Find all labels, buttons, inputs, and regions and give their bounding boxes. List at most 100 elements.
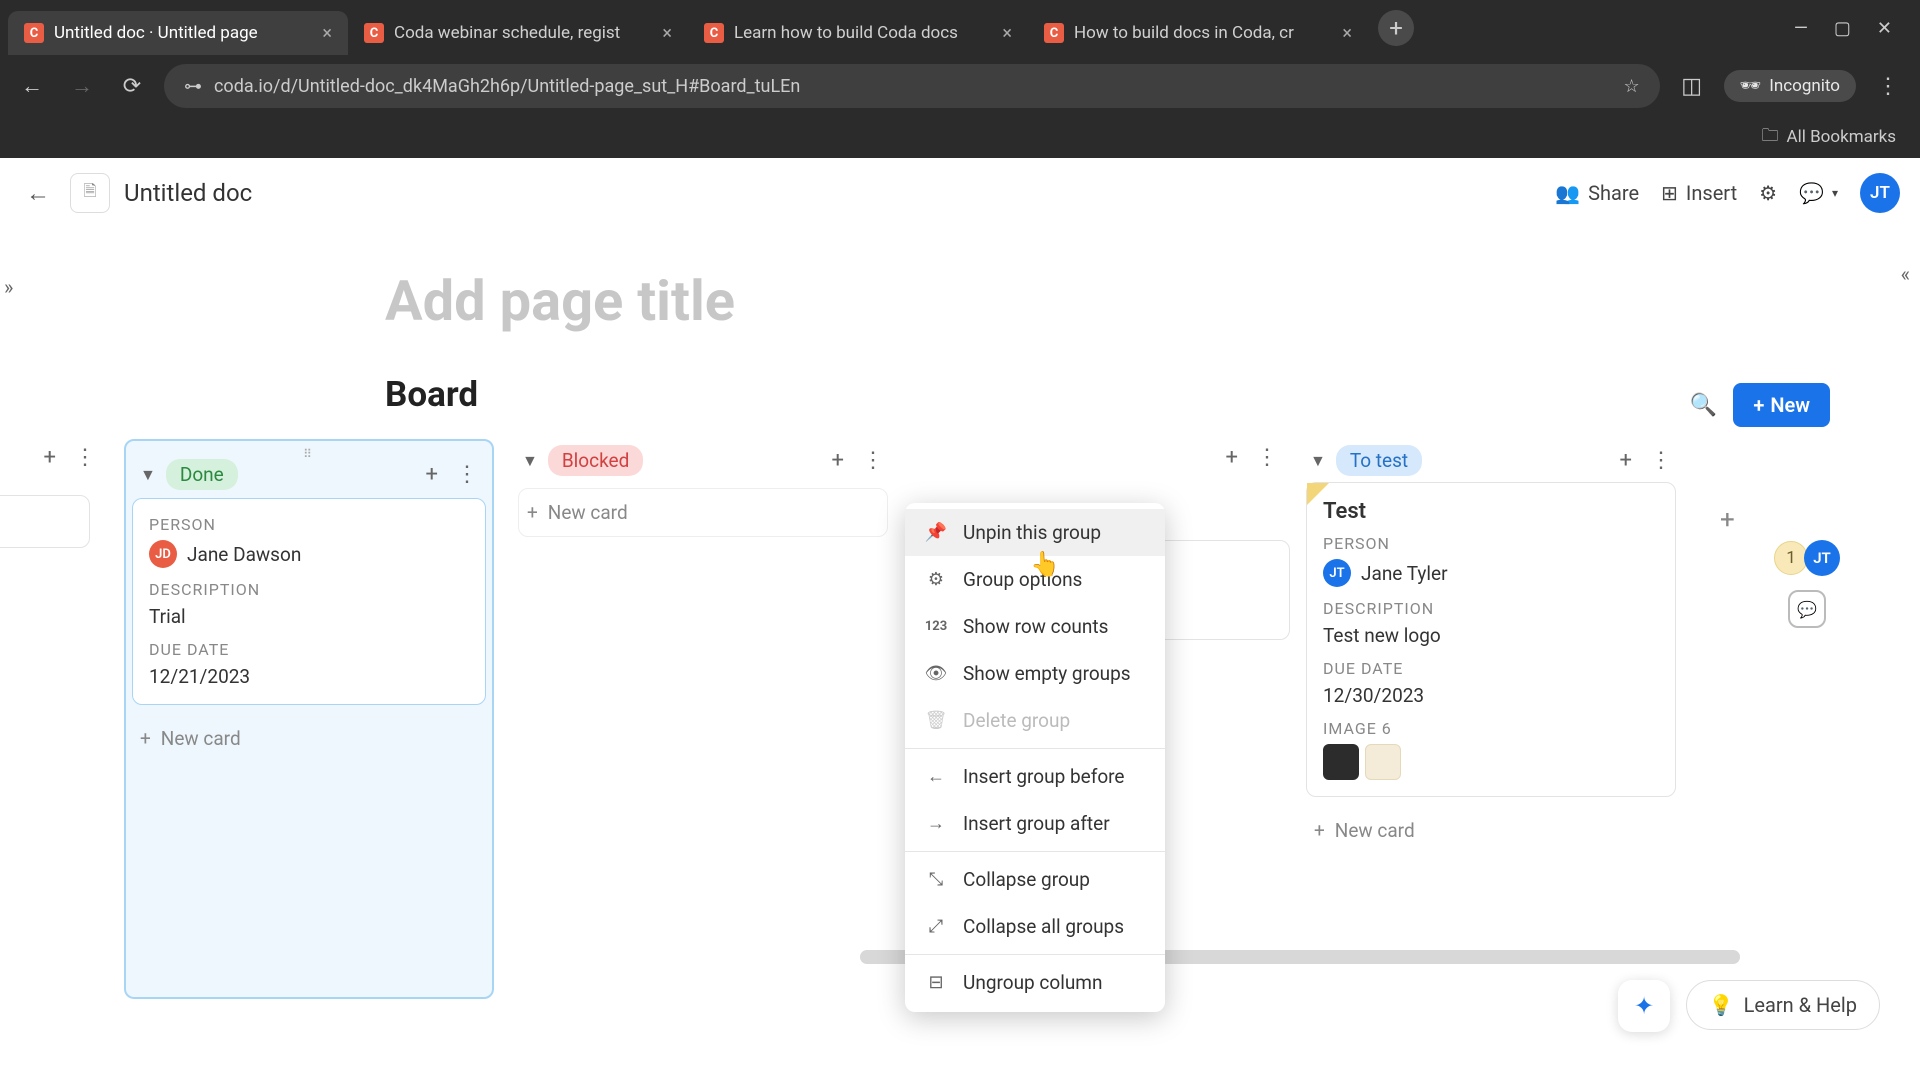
- presence-badge[interactable]: 1 JT: [1774, 540, 1840, 576]
- image-thumbnails: [1323, 744, 1659, 780]
- status-pill-blocked[interactable]: Blocked: [548, 445, 643, 476]
- new-button[interactable]: + New: [1733, 383, 1830, 427]
- app-back-button[interactable]: ←: [20, 175, 56, 211]
- window-controls: — ▢ ✕: [1794, 18, 1912, 39]
- duedate-value: 12/30/2023: [1323, 684, 1659, 707]
- ai-assistant-button[interactable]: ✦: [1618, 980, 1670, 1032]
- new-card-button[interactable]: + New card: [518, 488, 888, 537]
- browser-tab[interactable]: Learn how to build Coda docs ×: [688, 11, 1028, 55]
- column-more-icon[interactable]: ⋮: [456, 462, 478, 487]
- close-window-icon[interactable]: ✕: [1877, 18, 1892, 39]
- browser-menu-icon[interactable]: ⋮: [1870, 68, 1906, 104]
- menu-insert-before[interactable]: ← Insert group before: [905, 753, 1165, 800]
- doc-title[interactable]: Untitled doc: [124, 179, 252, 207]
- person-avatar: JT: [1323, 559, 1351, 587]
- browser-tab[interactable]: Coda webinar schedule, regist ×: [348, 11, 688, 55]
- site-info-icon[interactable]: ⊶: [184, 76, 202, 97]
- menu-insert-after[interactable]: → Insert group after: [905, 800, 1165, 847]
- status-pill-done[interactable]: Done: [166, 459, 238, 490]
- back-button[interactable]: ←: [14, 68, 50, 104]
- menu-unpin-group[interactable]: 📌 Unpin this group: [905, 509, 1165, 556]
- comments-button[interactable]: 💬▾: [1799, 181, 1838, 205]
- share-button[interactable]: 👥 Share: [1555, 181, 1639, 205]
- partial-column-left: + ⋮ son: [0, 439, 100, 999]
- all-bookmarks-button[interactable]: All Bookmarks: [1787, 127, 1896, 147]
- column-more-icon[interactable]: ⋮: [862, 448, 884, 473]
- board-card[interactable]: Test PERSON JT Jane Tyler DESCRIPTION Te…: [1306, 482, 1676, 797]
- fold-corner-icon: [1307, 483, 1329, 505]
- side-panel-icon[interactable]: ◫: [1674, 68, 1710, 104]
- column-done[interactable]: ⠿ ▼ Done + ⋮ PERSON JD Jane Dawson DESCR…: [124, 439, 494, 999]
- tab-close-icon[interactable]: ×: [662, 23, 672, 44]
- bookmark-star-icon[interactable]: ☆: [1624, 76, 1640, 97]
- field-label-person: PERSON: [1323, 534, 1659, 553]
- collapse-caret-icon[interactable]: ▼: [140, 465, 156, 485]
- tab-title: How to build docs in Coda, cr: [1074, 23, 1332, 43]
- url-text: coda.io/d/Untitled-doc_dk4MaGh2h6p/Untit…: [214, 76, 1612, 97]
- bookmarks-bar: 🗀 All Bookmarks: [0, 116, 1920, 158]
- menu-collapse-all[interactable]: ⤢ Collapse all groups: [905, 903, 1165, 950]
- search-icon[interactable]: 🔍: [1690, 393, 1717, 418]
- doc-icon[interactable]: 🗎: [70, 173, 110, 213]
- add-card-icon[interactable]: +: [426, 462, 438, 487]
- board-card[interactable]: PERSON JD Jane Dawson DESCRIPTION Trial …: [132, 498, 486, 705]
- field-label-duedate: DUE DATE: [149, 640, 469, 659]
- chevron-down-icon: ▾: [1832, 186, 1838, 200]
- menu-collapse-group[interactable]: ⤡ Collapse group: [905, 856, 1165, 903]
- forward-button[interactable]: →: [64, 68, 100, 104]
- comment-icon: 💬: [1799, 181, 1824, 205]
- incognito-icon: 🕶: [1740, 76, 1762, 96]
- gear-icon: ⚙: [1759, 181, 1777, 205]
- reload-button[interactable]: ⟳: [114, 68, 150, 104]
- plus-icon: +: [527, 501, 538, 524]
- image-thumb[interactable]: [1365, 744, 1401, 780]
- add-card-icon[interactable]: +: [1620, 448, 1632, 473]
- tab-close-icon[interactable]: ×: [1342, 23, 1352, 44]
- user-avatar[interactable]: JT: [1860, 173, 1900, 213]
- maximize-icon[interactable]: ▢: [1834, 18, 1851, 39]
- collapse-icon: ⤡: [925, 869, 947, 890]
- add-column-button[interactable]: +: [1720, 505, 1735, 535]
- incognito-badge[interactable]: 🕶 Incognito: [1724, 70, 1856, 102]
- collapse-caret-icon[interactable]: ▼: [522, 451, 538, 471]
- menu-group-options[interactable]: ⚙ Group options: [905, 556, 1165, 603]
- comment-rail-button[interactable]: 💬: [1788, 590, 1826, 628]
- browser-tab-active[interactable]: Untitled doc · Untitled page ×: [8, 11, 348, 55]
- tab-favicon-icon: [704, 23, 724, 43]
- tab-favicon-icon: [1044, 23, 1064, 43]
- tab-close-icon[interactable]: ×: [322, 23, 332, 44]
- collapse-caret-icon[interactable]: ▼: [1310, 451, 1326, 471]
- address-bar: ← → ⟳ ⊶ coda.io/d/Untitled-doc_dk4MaGh2h…: [0, 56, 1920, 116]
- column-header: + ⋮: [912, 439, 1282, 476]
- menu-show-empty-groups[interactable]: 👁 Show empty groups: [905, 650, 1165, 697]
- new-card-button[interactable]: + New card: [132, 715, 486, 762]
- menu-ungroup-column[interactable]: ⊟ Ungroup column: [905, 959, 1165, 1006]
- column-more-icon[interactable]: ⋮: [1650, 448, 1672, 473]
- person-name-fragment: son: [0, 510, 75, 533]
- url-input[interactable]: ⊶ coda.io/d/Untitled-doc_dk4MaGh2h6p/Unt…: [164, 64, 1660, 108]
- minimize-icon[interactable]: —: [1794, 18, 1808, 39]
- insert-button[interactable]: ⊞ Insert: [1661, 181, 1737, 205]
- add-card-icon[interactable]: +: [44, 445, 56, 470]
- tab-bar: Untitled doc · Untitled page × Coda webi…: [0, 0, 1920, 56]
- browser-tab[interactable]: How to build docs in Coda, cr ×: [1028, 11, 1368, 55]
- card-partial[interactable]: son: [0, 495, 90, 548]
- column-more-icon[interactable]: ⋮: [74, 445, 96, 470]
- column-more-icon[interactable]: ⋮: [1256, 445, 1278, 470]
- drag-handle-icon[interactable]: ⠿: [132, 447, 486, 457]
- new-tab-button[interactable]: +: [1378, 10, 1414, 46]
- add-card-icon[interactable]: +: [1226, 445, 1238, 470]
- column-header: ▼ To test + ⋮: [1306, 439, 1676, 482]
- image-thumb[interactable]: [1323, 744, 1359, 780]
- status-pill-totest[interactable]: To test: [1336, 445, 1422, 476]
- numbers-icon: 123: [925, 619, 947, 634]
- description-value: Test new logo: [1323, 624, 1659, 647]
- settings-button[interactable]: ⚙: [1759, 181, 1777, 205]
- menu-show-row-counts[interactable]: 123 Show row counts: [905, 603, 1165, 650]
- new-card-button[interactable]: + New card: [1306, 807, 1676, 854]
- browser-chrome: Untitled doc · Untitled page × Coda webi…: [0, 0, 1920, 158]
- page-title-placeholder[interactable]: Add page title: [385, 268, 1920, 334]
- tab-close-icon[interactable]: ×: [1002, 23, 1012, 44]
- learn-help-button[interactable]: 💡 Learn & Help: [1686, 980, 1880, 1030]
- add-card-icon[interactable]: +: [832, 448, 844, 473]
